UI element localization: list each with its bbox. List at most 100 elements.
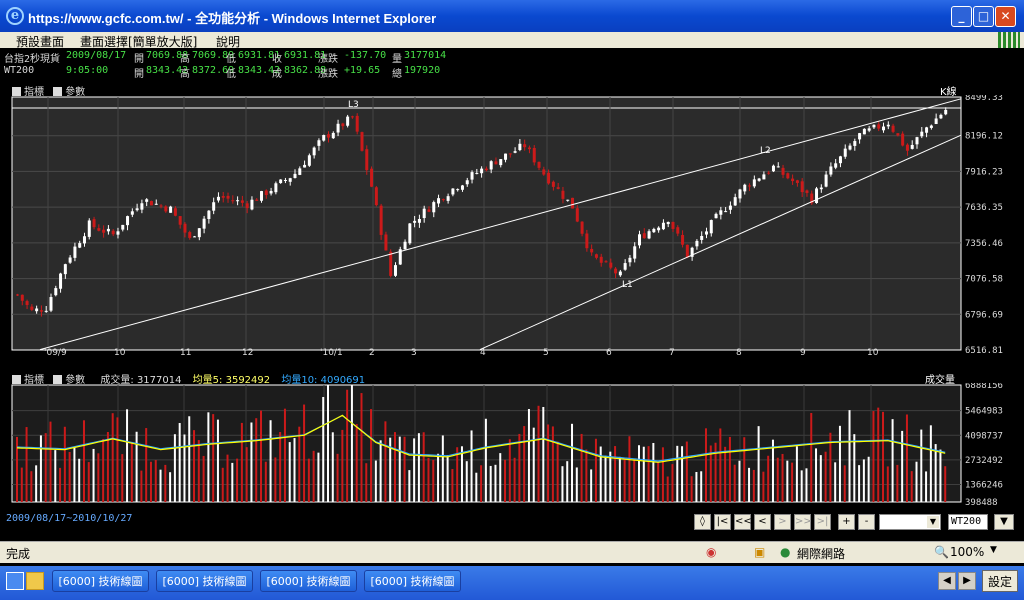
desktop-icon[interactable] [6, 572, 24, 590]
volume-bar [231, 462, 234, 502]
candle-body [566, 199, 570, 201]
candle-body [236, 200, 240, 202]
volume-bar [307, 458, 310, 502]
candle-body [255, 199, 259, 201]
volume-bar [838, 425, 841, 502]
candle-body [494, 161, 498, 165]
volume-bar [480, 465, 483, 502]
zoom-chevron-down-icon[interactable]: ▼ [990, 545, 997, 555]
menu-view-select[interactable]: 畫面選擇[簡單放大版] [80, 33, 197, 50]
candle-body [891, 125, 895, 132]
volume-bar [173, 434, 176, 502]
candle-body [432, 202, 436, 213]
volume-bar [786, 460, 789, 502]
volume-bar [264, 461, 267, 502]
nav-page-forward-button[interactable]: >> [794, 514, 812, 530]
zoom-in-button[interactable]: + [838, 514, 855, 530]
volume-bar [575, 467, 578, 502]
volume-bar [441, 435, 444, 502]
quote-time: 2009/08/17 [66, 50, 127, 61]
candle-body [513, 151, 517, 153]
nav-forward-button[interactable]: > [774, 514, 791, 530]
zoom-level[interactable]: 100% [950, 545, 984, 559]
candle-body [437, 198, 441, 204]
candle-body [748, 185, 752, 187]
candle-body [370, 168, 374, 187]
candle-body [614, 268, 618, 274]
scroll-right-icon[interactable]: ▶ [958, 572, 976, 590]
candle-body [317, 140, 321, 146]
volume-bar [862, 459, 865, 502]
candle-body [389, 251, 393, 276]
privacy-icon[interactable]: ◉ [706, 545, 716, 559]
volume-bar [63, 426, 66, 502]
candle-body [350, 116, 354, 118]
volume-bar [39, 435, 42, 502]
minimize-button[interactable]: _ [951, 6, 972, 27]
candle-body [781, 167, 785, 175]
folder-icon[interactable] [26, 572, 44, 590]
candle-body [518, 143, 522, 151]
volume-bar [609, 451, 612, 502]
candle-body [475, 172, 479, 174]
task-button-4[interactable]: [6000] 技術線圖 [364, 570, 461, 592]
volume-bar [580, 433, 583, 502]
volume-bar [858, 465, 861, 502]
volume-bar [642, 446, 645, 502]
volume-bar [934, 444, 937, 502]
candle-body [346, 116, 350, 126]
volume-bar [130, 442, 133, 502]
candle-body [221, 196, 225, 198]
chevron-down-icon[interactable]: ▼ [927, 516, 939, 528]
settings-button[interactable]: 設定 [982, 570, 1018, 592]
candle-body [260, 191, 264, 201]
candle-body [929, 125, 933, 128]
volume-bar [542, 406, 545, 502]
candle-body [915, 137, 919, 145]
symbol-dropdown-button[interactable]: ▼ [994, 514, 1014, 530]
maximize-button[interactable]: □ [973, 6, 994, 27]
symbol-input[interactable]: WT200 [948, 514, 988, 530]
volume-bar [666, 476, 669, 502]
volume-bar [819, 455, 822, 502]
zoom-icon[interactable]: 🔍 [934, 545, 949, 559]
scroll-left-icon[interactable]: ◀ [938, 572, 956, 590]
nav-first-button[interactable]: |< [714, 514, 731, 530]
nav-left-edge-button[interactable]: ◊ [694, 514, 711, 530]
candle-body [25, 301, 29, 305]
volume-bar [805, 468, 808, 502]
candle-body [202, 218, 206, 229]
close-button[interactable]: ✕ [995, 6, 1016, 27]
task-button-3[interactable]: [6000] 技術線圖 [260, 570, 357, 592]
candle-body [532, 148, 536, 163]
volume-y-tick-label: 398488 [965, 498, 998, 507]
candle-body [164, 206, 168, 212]
zoom-out-button[interactable]: - [858, 514, 875, 530]
menu-default-view[interactable]: 預設畫面 [16, 33, 64, 50]
task-button-2[interactable]: [6000] 技術線圖 [156, 570, 253, 592]
candle-body [872, 124, 876, 128]
candle-body [126, 216, 130, 226]
nav-page-back-button[interactable]: << [734, 514, 752, 530]
trend-annotation-label: L1 [622, 280, 633, 290]
nav-last-button[interactable]: >| [814, 514, 831, 530]
volume-bar [456, 447, 459, 502]
nav-back-button[interactable]: < [754, 514, 771, 530]
candle-body [441, 199, 445, 201]
menu-help[interactable]: 說明 [216, 33, 240, 50]
volume-bar [638, 445, 640, 502]
volume-bar [470, 430, 473, 502]
volume-bar [704, 428, 707, 502]
volume-bar [145, 428, 148, 502]
task-button-1[interactable]: [6000] 技術線圖 [52, 570, 149, 592]
period-select[interactable]: ▼ [879, 514, 941, 530]
high-label: 高 [180, 54, 190, 65]
volume-chart[interactable]: 6888156 5464983 4098737 2732492 1366246 39848… [0, 383, 1024, 507]
security-icon[interactable]: ▣ [754, 545, 765, 559]
volume-bar [527, 409, 530, 502]
candle-body [709, 220, 713, 234]
candle-body [269, 190, 273, 194]
candle-body [456, 189, 460, 191]
price-chart[interactable]: 8499.33 8196.12 7916.23 7636.35 7356.46 7076.… [0, 95, 1024, 357]
volume-bar [743, 437, 746, 502]
